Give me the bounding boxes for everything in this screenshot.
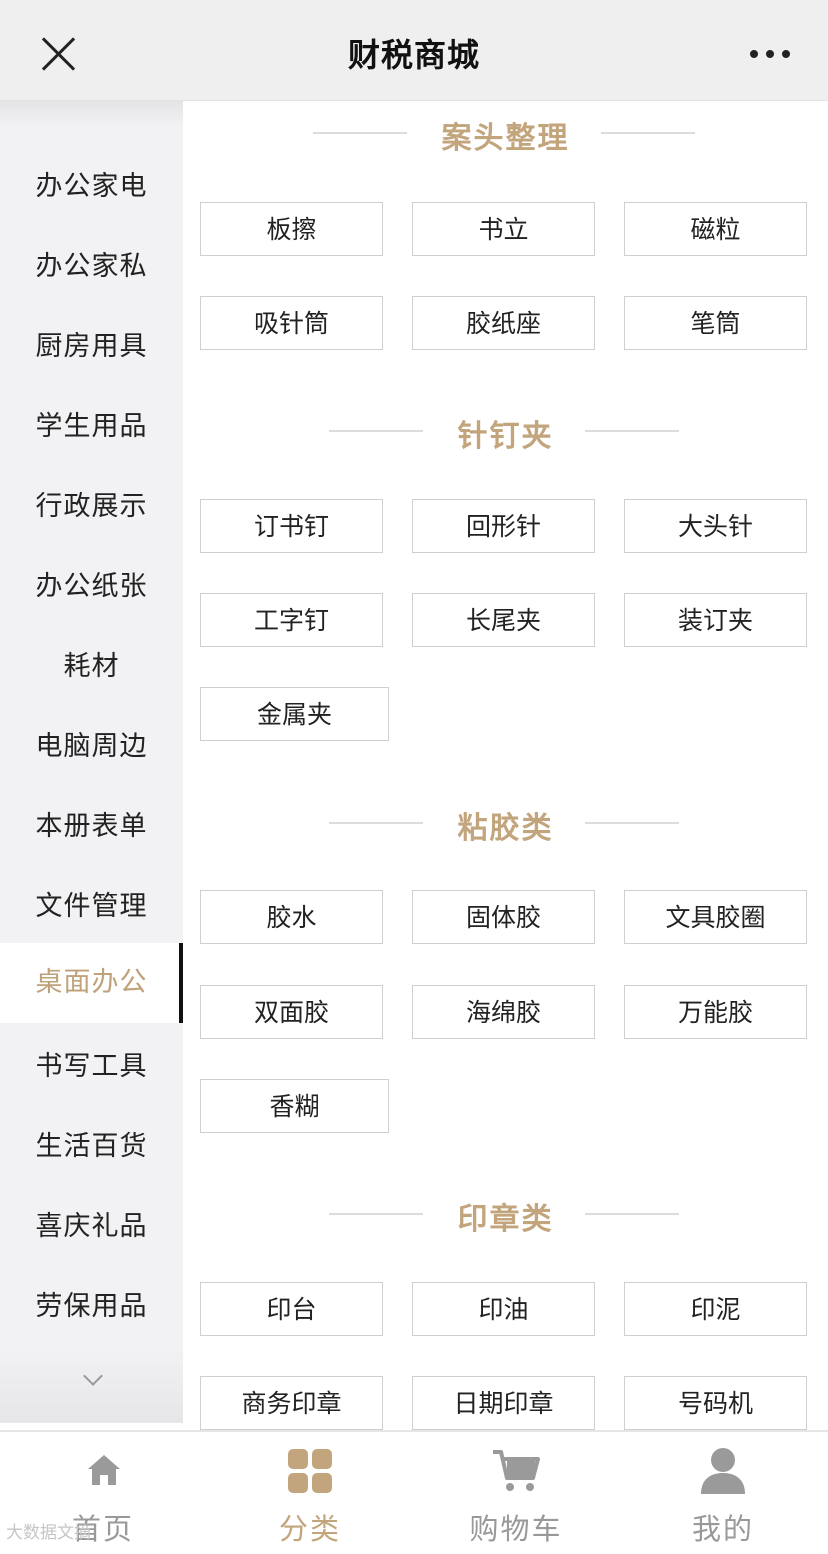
subcategory-tag[interactable]: 胶水: [200, 890, 383, 944]
category-sidebar[interactable]: 办公家电 办公家私 厨房用具 学生用品 行政展示 办公纸张 耗材 电脑周边 本册…: [0, 101, 183, 1423]
tab-label: 分类: [278, 1512, 341, 1546]
section-divider-right: [585, 822, 679, 824]
sidebar-item-festive-gifts[interactable]: 喜庆礼品: [0, 1187, 183, 1267]
section-title: 粘胶类: [457, 811, 554, 846]
grid-icon: [288, 1449, 332, 1493]
subcategory-tag[interactable]: 印台: [200, 1282, 383, 1336]
sidebar-item-daily-goods[interactable]: 生活百货: [0, 1107, 183, 1187]
sidebar-item-office-paper[interactable]: 办公纸张: [0, 547, 183, 627]
user-icon: [701, 1448, 745, 1494]
subcategory-tag[interactable]: 文具胶圈: [624, 890, 807, 944]
sidebar-item-kitchenware[interactable]: 厨房用具: [0, 307, 183, 387]
subcategory-tag[interactable]: 固体胶: [412, 890, 595, 944]
page-title: 财税商城: [347, 36, 480, 74]
subcategory-tag[interactable]: 工字钉: [200, 593, 383, 647]
subcategory-tag[interactable]: 装订夹: [624, 593, 807, 647]
subcategory-tag[interactable]: 笔筒: [624, 296, 807, 350]
sidebar-item-file-management[interactable]: 文件管理: [0, 867, 183, 947]
subcategory-tag[interactable]: 板擦: [200, 202, 383, 256]
subcategory-tag[interactable]: 香糊: [200, 1079, 389, 1133]
bottom-tab-bar: 首页 分类 购物车 我的: [0, 1430, 828, 1554]
subcategory-tag[interactable]: 回形针: [412, 499, 595, 553]
sidebar-item-student-supplies[interactable]: 学生用品: [0, 387, 183, 467]
subcategory-tag[interactable]: 胶纸座: [412, 296, 595, 350]
cart-icon: [493, 1450, 540, 1491]
subcategory-tag[interactable]: 印泥: [624, 1282, 807, 1336]
more-options-icon[interactable]: [750, 50, 790, 60]
subcategory-tag[interactable]: 双面胶: [200, 985, 383, 1039]
sidebar-item-office-appliances[interactable]: 办公家电: [0, 147, 183, 227]
subcategory-tag[interactable]: 商务印章: [200, 1376, 383, 1430]
subcategory-tag[interactable]: 书立: [412, 202, 595, 256]
subcategory-tag[interactable]: 磁粒: [624, 202, 807, 256]
subcategory-tag[interactable]: 日期印章: [412, 1376, 595, 1430]
section-title: 案头整理: [441, 121, 570, 156]
section-divider-right: [585, 430, 679, 432]
section-title: 针钉夹: [457, 419, 554, 454]
subcategory-tag[interactable]: 金属夹: [200, 687, 389, 741]
sidebar-item-desktop-office[interactable]: 桌面办公: [0, 943, 183, 1023]
subcategory-tag[interactable]: 吸针筒: [200, 296, 383, 350]
subcategory-tag[interactable]: 大头针: [624, 499, 807, 553]
subcategory-panel: 案头整理 板擦 书立 磁粒 吸针筒 胶纸座 笔筒 针钉夹 订书钉 回形针 大头针…: [183, 101, 828, 1431]
tab-profile[interactable]: 我的: [648, 1432, 798, 1554]
tab-cart[interactable]: 购物车: [441, 1432, 591, 1554]
watermark: 大数据文摘: [6, 1523, 91, 1543]
tab-category[interactable]: 分类: [235, 1432, 385, 1554]
tab-label: 购物车: [469, 1512, 563, 1546]
subcategory-tag[interactable]: 长尾夹: [412, 593, 595, 647]
section-divider-right: [601, 132, 695, 134]
sidebar-item-consumables[interactable]: 耗材: [0, 627, 183, 707]
top-bar: 财税商城: [0, 0, 828, 101]
subcategory-tag[interactable]: 万能胶: [624, 985, 807, 1039]
tab-label: 我的: [691, 1512, 754, 1546]
subcategory-tag[interactable]: 订书钉: [200, 499, 383, 553]
sidebar-item-admin-display[interactable]: 行政展示: [0, 467, 183, 547]
home-icon: [88, 1455, 120, 1485]
section-title: 印章类: [457, 1202, 554, 1237]
subcategory-tag[interactable]: 印油: [412, 1282, 595, 1336]
subcategory-tag[interactable]: 海绵胶: [412, 985, 595, 1039]
sidebar-item-computer-peripherals[interactable]: 电脑周边: [0, 707, 183, 787]
subcategory-tag[interactable]: 号码机: [624, 1376, 807, 1430]
section-divider-right: [585, 1213, 679, 1215]
sidebar-item-notebooks-forms[interactable]: 本册表单: [0, 787, 183, 867]
sidebar-item-writing-tools[interactable]: 书写工具: [0, 1027, 183, 1107]
sidebar-item-labor-protection[interactable]: 劳保用品: [0, 1267, 183, 1347]
sidebar-top-shade: [0, 101, 183, 127]
sidebar-item-office-furniture[interactable]: 办公家私: [0, 227, 183, 307]
